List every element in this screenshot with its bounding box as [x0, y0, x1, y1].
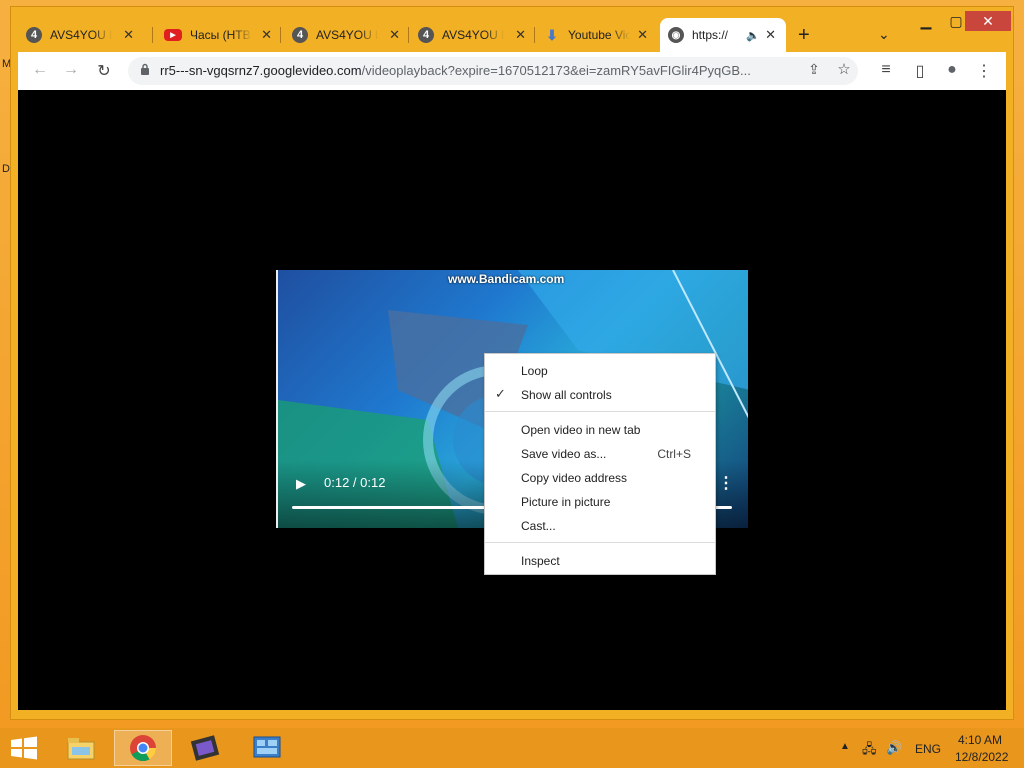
menu-divider — [485, 411, 715, 412]
clock-date[interactable]: 12/8/2022 — [955, 750, 1008, 764]
globe-icon: ◉ — [668, 27, 684, 43]
bandicam-watermark: www.Bandicam.com — [448, 272, 565, 286]
clock-time[interactable]: 4:10 AM — [958, 733, 1002, 747]
bookmark-star-icon[interactable]: ☆ — [834, 60, 854, 78]
network-icon[interactable]: 🖧 — [862, 740, 877, 762]
forward-button[interactable]: → — [61, 61, 81, 79]
menu-item-save-video-as[interactable]: Save video as... Ctrl+S — [485, 442, 715, 466]
context-menu: Loop ✓ Show all controls Open video in n… — [484, 353, 716, 575]
url-path: /videoplayback?expire=1670512173&ei=zamR… — [361, 63, 751, 78]
new-tab-button[interactable]: + — [798, 24, 810, 47]
tab[interactable]: ⬇ Youtube Vic ✕ — [536, 18, 658, 52]
tab-close-icon[interactable]: ✕ — [389, 27, 400, 43]
chrome-menu-button[interactable]: ⋮ — [974, 61, 994, 81]
tab[interactable]: ▶ Часы (НТВ ✕ — [156, 18, 282, 52]
menu-item-copy-video-address[interactable]: Copy video address — [485, 466, 715, 490]
windows-start-icon[interactable] — [8, 736, 40, 760]
lock-icon[interactable] — [140, 63, 150, 75]
tab-divider — [408, 27, 409, 43]
tab-title: Часы (НТВ — [190, 28, 251, 42]
taskbar-movie-maker[interactable] — [176, 730, 234, 766]
tab-close-icon[interactable]: ✕ — [123, 27, 134, 43]
profile-avatar-icon[interactable]: ● — [942, 61, 962, 79]
url-text[interactable]: rr5---sn-vgqsrnz7.googlevideo.com/videop… — [160, 63, 800, 78]
tab[interactable]: 4 AVS4YOU b ✕ — [410, 18, 536, 52]
chrome-icon — [130, 735, 157, 762]
desktop-icon-label[interactable]: D — [2, 163, 10, 175]
tab-title: AVS4YOU b — [442, 28, 504, 42]
tab-close-icon[interactable]: ✕ — [515, 27, 526, 43]
checkmark-icon: ✓ — [495, 386, 506, 401]
menu-item-label: Copy video address — [521, 471, 628, 485]
tab-divider — [152, 27, 153, 43]
menu-item-label: Show all controls — [521, 388, 612, 402]
control-panel-icon — [253, 736, 281, 758]
audio-playing-icon[interactable]: 🔈 — [746, 29, 760, 42]
menu-item-label: Cast... — [521, 519, 556, 533]
menu-divider — [485, 542, 715, 543]
youtube-icon: ▶ — [164, 29, 182, 41]
avs4you-icon: 4 — [26, 27, 42, 43]
avs4you-icon: 4 — [418, 27, 434, 43]
taskbar: ▲ 🖧 🔊 ENG 4:10 AM 12/8/2022 — [0, 728, 1024, 768]
share-icon[interactable]: ⇪ — [804, 61, 824, 78]
address-bar[interactable]: rr5---sn-vgqsrnz7.googlevideo.com/videop… — [128, 57, 858, 85]
url-host: rr5---sn-vgqsrnz7.googlevideo.com — [160, 63, 362, 78]
avs4you-icon: 4 — [292, 27, 308, 43]
tab-title: Youtube Vic — [568, 28, 630, 42]
reload-button[interactable]: ↻ — [94, 61, 114, 81]
taskbar-control-panel[interactable] — [238, 730, 296, 766]
movie-maker-icon — [190, 735, 220, 761]
tab[interactable]: 4 AVS4YOU b ✕ — [284, 18, 410, 52]
more-options-icon[interactable]: ⋮ — [718, 473, 734, 493]
tab-active[interactable]: ◉ https:// 🔈 ✕ — [660, 18, 786, 52]
menu-item-picture-in-picture[interactable]: Picture in picture — [485, 490, 715, 514]
back-button[interactable]: ← — [30, 61, 50, 79]
menu-item-cast[interactable]: Cast... — [485, 514, 715, 538]
tab[interactable]: 4 AVS4YOU b ✕ — [18, 18, 144, 52]
download-icon: ⬇ — [546, 26, 558, 43]
menu-item-loop[interactable]: Loop — [485, 359, 715, 383]
tab-divider — [280, 27, 281, 43]
file-explorer-icon — [67, 738, 95, 760]
language-indicator[interactable]: ENG — [915, 742, 941, 756]
tab-title: AVS4YOU b — [316, 28, 378, 42]
side-panel-icon[interactable]: ▯ — [910, 61, 930, 81]
menu-item-label: Loop — [521, 364, 548, 378]
media-control-icon[interactable]: ≡ — [876, 61, 896, 79]
taskbar-chrome[interactable] — [114, 730, 172, 766]
tab-close-icon[interactable]: ✕ — [765, 27, 776, 43]
menu-item-shortcut: Ctrl+S — [657, 447, 691, 461]
menu-item-label: Open video in new tab — [521, 423, 641, 437]
tab-close-icon[interactable]: ✕ — [637, 27, 648, 43]
menu-item-open-video-in-new-tab[interactable]: Open video in new tab — [485, 418, 715, 442]
menu-item-label: Save video as... — [521, 447, 607, 461]
tab-title: https:// — [692, 28, 729, 42]
volume-icon[interactable]: 🔊 — [886, 740, 902, 756]
video-time: 0:12 / 0:12 — [324, 475, 386, 490]
play-icon[interactable]: ▶ — [296, 476, 306, 492]
menu-item-inspect[interactable]: Inspect — [485, 549, 715, 573]
tab-divider — [534, 27, 535, 43]
menu-item-show-all-controls[interactable]: ✓ Show all controls — [485, 383, 715, 407]
tab-search-button[interactable]: ⌄ — [878, 26, 890, 43]
browser-toolbar: ← → ↻ rr5---sn-vgqsrnz7.googlevideo.com/… — [18, 52, 1006, 90]
tab-title: AVS4YOU b — [50, 28, 112, 42]
menu-item-label: Inspect — [521, 554, 560, 568]
tab-close-icon[interactable]: ✕ — [261, 27, 272, 43]
tab-strip: 4 AVS4YOU b ✕ ▶ Часы (НТВ ✕ 4 AVS4YOU b … — [18, 18, 1006, 52]
taskbar-file-explorer[interactable] — [52, 730, 110, 766]
menu-item-label: Picture in picture — [521, 495, 611, 509]
show-hidden-icons-button[interactable]: ▲ — [840, 741, 850, 752]
